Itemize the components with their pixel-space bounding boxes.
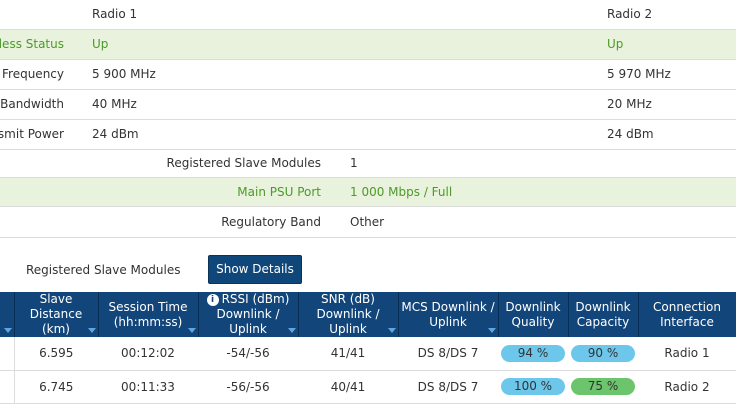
table-header-session-time[interactable]: Session Time (hh:mm:ss) bbox=[98, 292, 199, 337]
header-distance-line1: Slave bbox=[39, 292, 73, 306]
main-psu-port-row: Main PSU Port 1 000 Mbps / Full bbox=[0, 178, 736, 207]
header-mcs-line2: Uplink bbox=[429, 314, 467, 329]
header-session-line2: (hh:mm:ss) bbox=[113, 314, 183, 329]
wireless-status-row: Wireless Status Up Up bbox=[0, 30, 736, 60]
cell-session-time: 00:12:02 bbox=[98, 337, 198, 371]
header-mcs-line1: MCS Downlink / bbox=[401, 299, 495, 314]
capacity-badge: 90 % bbox=[571, 344, 635, 362]
cell-downlink-capacity: 75 % bbox=[568, 370, 638, 404]
frequency-radio2: 5 970 MHz bbox=[607, 67, 671, 81]
sort-arrow-icon bbox=[187, 328, 196, 333]
cell-rssi: -56/-56 bbox=[198, 370, 298, 404]
cell-downlink-capacity: 90 % bbox=[568, 337, 638, 371]
cell-connection-interface: Radio 2 bbox=[638, 370, 736, 404]
table-header-downlink-capacity[interactable]: Downlink Capacity bbox=[568, 292, 639, 337]
header-capacity-line1: Downlink bbox=[575, 299, 631, 314]
regulatory-band-value: Other bbox=[350, 215, 385, 229]
table-header-distance[interactable]: Slave Distance (km) bbox=[14, 292, 99, 337]
transmit-power-radio1: 24 dBm bbox=[92, 127, 139, 141]
sort-arrow-icon bbox=[87, 328, 96, 333]
header-interface-line1: Connection bbox=[653, 299, 721, 314]
sort-arrow-icon bbox=[3, 328, 12, 333]
slave-modules-section-label: Registered Slave Modules bbox=[26, 263, 181, 277]
cell-session-time: 00:11:33 bbox=[98, 370, 198, 404]
registered-slaves-value: 1 bbox=[350, 156, 358, 170]
transmit-power-label: Transmit Power bbox=[0, 127, 64, 141]
row-select-cell[interactable] bbox=[0, 370, 15, 404]
frequency-radio1: 5 900 MHz bbox=[92, 67, 156, 81]
main-psu-port-label: Main PSU Port bbox=[237, 185, 321, 199]
slave-modules-table: Slave Distance (km) Session Time (hh:mm:… bbox=[0, 292, 736, 404]
info-icon[interactable]: i bbox=[206, 294, 219, 306]
table-header-rssi[interactable]: i RSSI (dBm) Downlink / Uplink bbox=[198, 292, 299, 337]
header-quality-line2: Quality bbox=[511, 314, 555, 329]
wireless-status-radio2: Up bbox=[607, 37, 624, 51]
table-header-snr[interactable]: SNR (dB) Downlink / Uplink bbox=[298, 292, 399, 337]
radio1-column-header: Radio 1 bbox=[92, 7, 138, 21]
quality-badge: 94 % bbox=[501, 344, 565, 362]
capacity-badge: 75 % bbox=[571, 378, 635, 395]
bandwidth-radio2: 20 MHz bbox=[607, 97, 652, 111]
row-select-cell[interactable] bbox=[0, 337, 15, 371]
header-distance-line3: (km) bbox=[41, 322, 70, 336]
header-capacity-line2: Capacity bbox=[576, 314, 630, 329]
header-snr-line2: Downlink / Uplink bbox=[316, 307, 380, 336]
cell-rssi: -54/-56 bbox=[198, 337, 298, 371]
header-interface-line2: Interface bbox=[660, 314, 714, 329]
frequency-label: Frequency bbox=[2, 67, 64, 81]
header-distance-line2: Distance bbox=[29, 307, 83, 321]
regulatory-band-label: Regulatory Band bbox=[221, 215, 321, 229]
registered-slaves-label: Registered Slave Modules bbox=[166, 156, 321, 170]
transmit-power-radio2: 24 dBm bbox=[607, 127, 654, 141]
frequency-row: Frequency 5 900 MHz 5 970 MHz bbox=[0, 60, 736, 90]
cell-downlink-quality: 94 % bbox=[498, 337, 568, 371]
header-rssi-line2: Downlink / Uplink bbox=[216, 307, 280, 336]
cell-mcs: DS 8/DS 7 bbox=[398, 337, 498, 371]
cell-snr: 40/41 bbox=[298, 370, 398, 404]
cell-distance: 6.745 bbox=[14, 370, 98, 404]
bandwidth-label: Bandwidth bbox=[0, 97, 64, 111]
main-psu-port-value: 1 000 Mbps / Full bbox=[350, 185, 453, 199]
table-header-mcs[interactable]: MCS Downlink / Uplink bbox=[398, 292, 499, 337]
radio-header-row: Radio 1 Radio 2 bbox=[0, 0, 736, 30]
header-rssi-line1: RSSI (dBm) bbox=[221, 292, 290, 306]
transmit-power-row: Transmit Power 24 dBm 24 dBm bbox=[0, 120, 736, 150]
header-session-line1: Session Time bbox=[108, 299, 188, 314]
radio2-column-header: Radio 2 bbox=[607, 7, 653, 21]
quality-badge: 100 % bbox=[501, 378, 565, 395]
cell-downlink-quality: 100 % bbox=[498, 370, 568, 404]
regulatory-band-row: Regulatory Band Other bbox=[0, 207, 736, 238]
table-header-select[interactable] bbox=[0, 292, 15, 337]
sort-arrow-icon bbox=[487, 328, 496, 333]
table-row: 6.595 00:12:02 -54/-56 41/41 DS 8/DS 7 9… bbox=[0, 337, 736, 371]
cell-snr: 41/41 bbox=[298, 337, 398, 371]
cell-mcs: DS 8/DS 7 bbox=[398, 370, 498, 404]
show-details-button[interactable]: Show Details bbox=[208, 255, 302, 284]
header-snr-line1: SNR (dB) bbox=[321, 292, 375, 306]
cell-distance: 6.595 bbox=[14, 337, 98, 371]
bandwidth-radio1: 40 MHz bbox=[92, 97, 137, 111]
table-header-row: Slave Distance (km) Session Time (hh:mm:… bbox=[0, 292, 736, 337]
table-row: 6.745 00:11:33 -56/-56 40/41 DS 8/DS 7 1… bbox=[0, 370, 736, 404]
registered-slaves-row: Registered Slave Modules 1 bbox=[0, 150, 736, 178]
sort-arrow-icon bbox=[387, 328, 396, 333]
table-header-connection-interface[interactable]: Connection Interface bbox=[638, 292, 736, 337]
wireless-status-radio1: Up bbox=[92, 37, 109, 51]
wireless-status-label: Wireless Status bbox=[0, 37, 64, 51]
header-quality-line1: Downlink bbox=[505, 299, 561, 314]
table-header-downlink-quality[interactable]: Downlink Quality bbox=[498, 292, 569, 337]
cell-connection-interface: Radio 1 bbox=[638, 337, 736, 371]
bandwidth-row: Bandwidth 40 MHz 20 MHz bbox=[0, 90, 736, 120]
sort-arrow-icon bbox=[287, 328, 296, 333]
